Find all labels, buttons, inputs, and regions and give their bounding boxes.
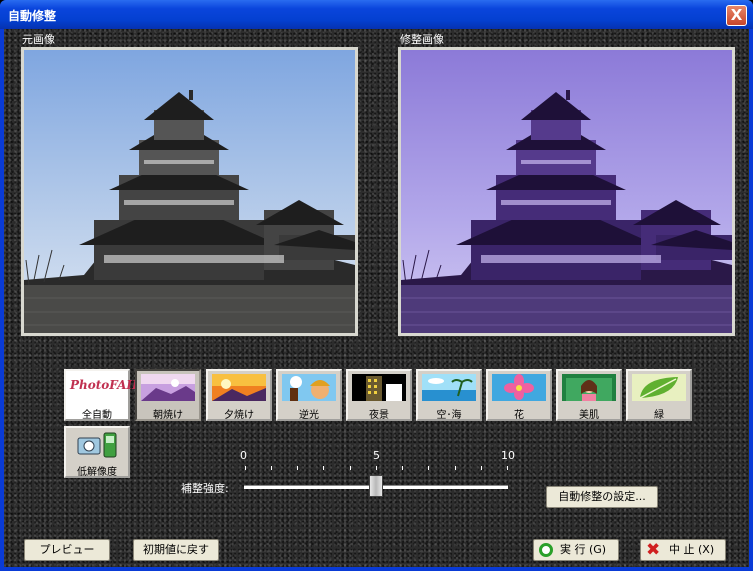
original-image bbox=[21, 47, 358, 336]
cancel-icon: ✖ bbox=[646, 540, 661, 560]
mode-flower-label: 花 bbox=[514, 410, 524, 421]
run-button[interactable]: 実 行 (G) bbox=[533, 539, 619, 561]
slider-tick bbox=[271, 466, 272, 470]
slider-tick bbox=[455, 466, 456, 470]
mode-low-resolution-label: 低解像度 bbox=[77, 467, 117, 478]
slider-tick bbox=[402, 466, 403, 470]
slider-tick bbox=[507, 466, 508, 470]
strength-slider-thumb[interactable] bbox=[369, 475, 383, 497]
corrected-image-label: 修整画像 bbox=[400, 33, 444, 46]
mode-backlight-label: 逆光 bbox=[299, 410, 319, 421]
cancel-button[interactable]: ✖ 中 止 (X) bbox=[640, 539, 726, 561]
preview-button[interactable]: プレビュー bbox=[24, 539, 110, 561]
mode-flower-button[interactable]: 花 bbox=[486, 369, 552, 421]
slider-tick bbox=[297, 466, 298, 470]
cancel-label: 中 止 (X) bbox=[669, 543, 715, 556]
slider-mid-label: 5 bbox=[373, 449, 380, 462]
camera-phone-icon bbox=[70, 431, 124, 458]
morning-glow-icon bbox=[141, 374, 195, 401]
slider-tick bbox=[350, 466, 351, 470]
mode-night-scene-label: 夜景 bbox=[369, 410, 389, 421]
slider-label: 補整強度: bbox=[181, 482, 229, 495]
slider-tick bbox=[245, 466, 246, 470]
photofair-logo-icon: PhotoFAIR bbox=[70, 378, 143, 392]
sunset-icon bbox=[212, 374, 266, 401]
leaf-icon bbox=[632, 374, 686, 401]
backlight-icon bbox=[282, 374, 336, 401]
close-button[interactable]: X bbox=[726, 5, 747, 26]
slider-tick bbox=[376, 466, 377, 470]
close-icon: X bbox=[730, 6, 743, 24]
night-scene-icon bbox=[352, 374, 406, 401]
title-bar[interactable]: 自動修整 X bbox=[0, 0, 753, 29]
original-image-label: 元画像 bbox=[22, 33, 55, 46]
mode-auto-label: 全自動 bbox=[82, 410, 112, 421]
slider-tick bbox=[428, 466, 429, 470]
slider-min-label: 0 bbox=[240, 449, 247, 462]
slider-tick bbox=[481, 466, 482, 470]
window-title: 自動修整 bbox=[8, 9, 57, 23]
mode-green-label: 緑 bbox=[654, 410, 664, 421]
mode-morning-glow-button[interactable]: 朝焼け bbox=[135, 369, 201, 421]
mode-low-resolution-button[interactable]: 低解像度 bbox=[64, 426, 130, 478]
mode-backlight-button[interactable]: 逆光 bbox=[276, 369, 342, 421]
mode-night-scene-button[interactable]: 夜景 bbox=[346, 369, 412, 421]
mode-sky-sea-button[interactable]: 空･海 bbox=[416, 369, 482, 421]
flower-icon bbox=[492, 374, 546, 401]
slider-max-label: 10 bbox=[501, 449, 515, 462]
mode-skin-button[interactable]: 美肌 bbox=[556, 369, 622, 421]
mode-sunset-button[interactable]: 夕焼け bbox=[206, 369, 272, 421]
mode-green-button[interactable]: 緑 bbox=[626, 369, 692, 421]
mode-sky-sea-label: 空･海 bbox=[436, 410, 462, 421]
run-label: 実 行 (G) bbox=[560, 543, 607, 556]
reset-button[interactable]: 初期値に戻す bbox=[133, 539, 219, 561]
mode-morning-glow-label: 朝焼け bbox=[153, 410, 183, 421]
mode-skin-label: 美肌 bbox=[579, 410, 599, 421]
skin-icon bbox=[562, 374, 616, 401]
mode-auto-button[interactable]: PhotoFAIR 全自動 bbox=[64, 369, 143, 421]
auto-settings-button[interactable]: 自動修整の設定... bbox=[546, 486, 658, 508]
corrected-image bbox=[398, 47, 735, 336]
sky-sea-icon bbox=[422, 374, 476, 401]
mode-sunset-label: 夕焼け bbox=[224, 410, 254, 421]
slider-tick bbox=[323, 466, 324, 470]
run-icon bbox=[539, 543, 553, 557]
